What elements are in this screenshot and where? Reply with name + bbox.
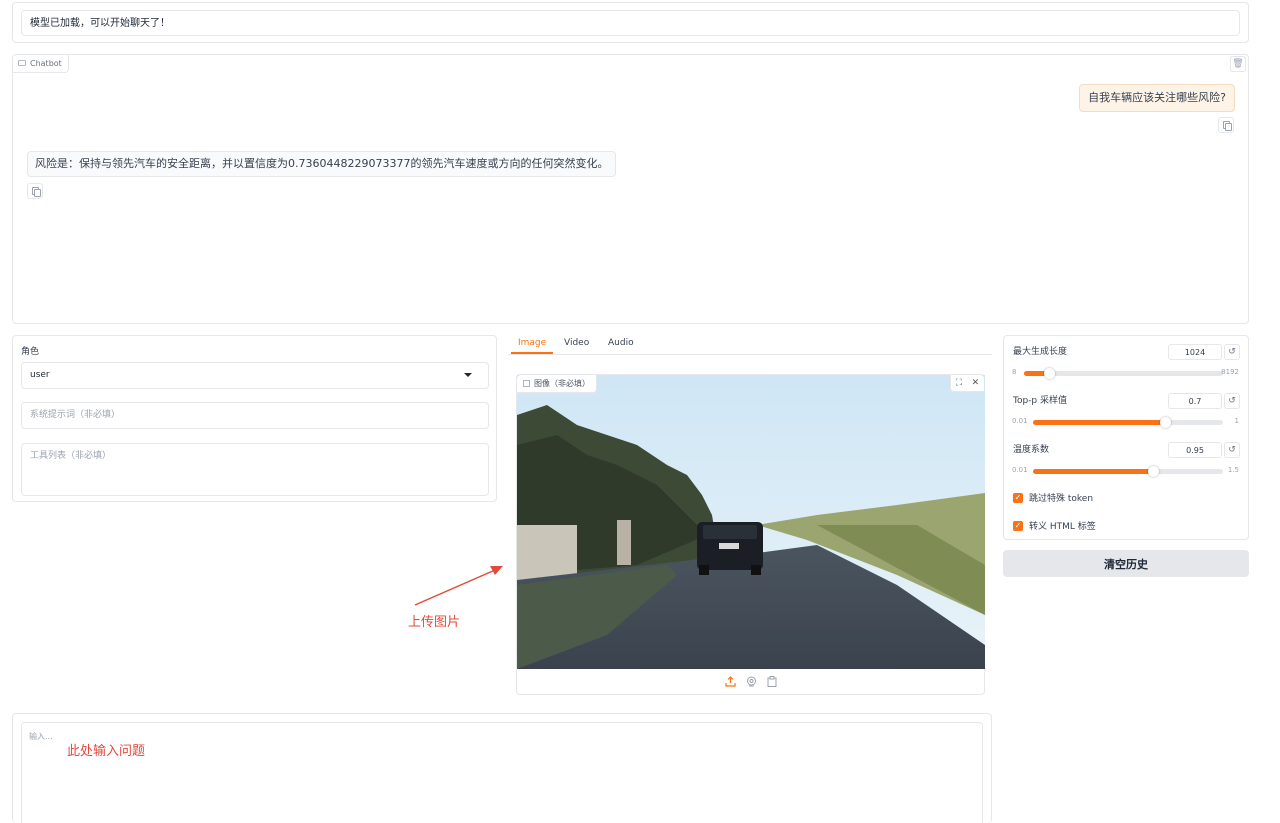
max-length-input[interactable]: 1024 [1168, 344, 1222, 360]
temperature-max: 1.5 [1227, 466, 1239, 474]
image-source-toolbar [517, 668, 984, 694]
tools-list-input[interactable]: 工具列表（非必填） [21, 443, 489, 496]
role-dropdown[interactable]: user [21, 362, 489, 389]
image-input-panel: 图像（非必填） ⛶ ✕ [516, 374, 985, 695]
annotation-arrow [414, 566, 503, 606]
close-icon[interactable]: ✕ [972, 378, 980, 388]
chatbot-label-text: Chatbot [30, 59, 62, 68]
generation-params-panel: 最大生成长度 1024 ↺ 8 8192 Top-p 采样值 0.7 ↺ 0.0… [1003, 335, 1249, 540]
role-value: user [30, 370, 50, 380]
top-p-input[interactable]: 0.7 [1168, 393, 1222, 409]
max-length-max: 8192 [1221, 368, 1239, 376]
tab-image[interactable]: Image [511, 335, 554, 354]
webcam-icon[interactable] [746, 676, 757, 687]
chatbot-panel: Chatbot 🗑 自我车辆应该关注哪些风险? 风险是：保持与领先汽车的安全距离… [12, 54, 1249, 324]
reset-icon[interactable]: ↺ [1224, 393, 1240, 409]
slider-fill [1033, 469, 1153, 474]
question-panel: 输入... [12, 713, 992, 823]
max-length-min: 8 [1012, 368, 1017, 376]
top-p-slider[interactable] [1033, 417, 1223, 428]
clear-chat-icon[interactable]: 🗑 [1230, 56, 1246, 72]
image-input-label: 图像（非必填） [517, 375, 597, 393]
role-label: 角色 [21, 347, 40, 357]
system-prompt-input[interactable]: 系统提示词（非必填） [21, 402, 489, 429]
bot-message: 风险是：保持与领先汽车的安全距离，并以置信度为0.736044822907337… [27, 151, 617, 177]
reset-icon[interactable]: ↺ [1224, 442, 1240, 458]
media-tabs: Image Video Audio [508, 335, 992, 355]
tab-audio[interactable]: Audio [608, 335, 634, 352]
upload-icon[interactable] [724, 675, 736, 687]
max-length-slider[interactable] [1024, 368, 1223, 379]
fullscreen-icon[interactable]: ⛶ [956, 378, 962, 388]
checkbox-checked-icon[interactable]: ✓ [1013, 520, 1023, 531]
dropdown-arrow-icon [464, 373, 472, 377]
upload-annotation: 上传图片 [408, 615, 461, 630]
escape-html-label: 转义 HTML 标签 [1029, 522, 1096, 532]
question-annotation: 此处输入问题 [67, 744, 146, 759]
slider-thumb[interactable] [1160, 417, 1172, 428]
temperature-slider[interactable] [1033, 466, 1223, 477]
checkbox-checked-icon[interactable]: ✓ [1013, 492, 1023, 503]
chat-icon [18, 60, 26, 66]
tab-video[interactable]: Video [564, 335, 589, 352]
uploaded-image [517, 375, 985, 669]
image-icon [523, 380, 530, 387]
temperature-input[interactable]: 0.95 [1168, 442, 1222, 458]
status-panel: 模型已加载，可以开始聊天了！ [12, 2, 1249, 43]
escape-html-checkbox[interactable]: ✓ 转义 HTML 标签 [1013, 519, 1096, 532]
role-settings-panel: 角色 user 系统提示词（非必填） 工具列表（非必填） [12, 335, 497, 502]
temperature-label: 温度系数 [1013, 445, 1050, 455]
slider-fill [1033, 420, 1166, 425]
status-text: 模型已加载，可以开始聊天了！ [21, 10, 1240, 36]
reset-icon[interactable]: ↺ [1224, 344, 1240, 360]
user-message: 自我车辆应该关注哪些风险? [1079, 84, 1235, 112]
top-p-max: 1 [1234, 417, 1239, 425]
image-input-label-text: 图像（非必填） [534, 379, 590, 388]
skip-special-token-checkbox[interactable]: ✓ 跳过特殊 token [1013, 491, 1093, 504]
skip-special-token-label: 跳过特殊 token [1029, 494, 1094, 504]
top-p-min: 0.01 [1012, 417, 1028, 425]
chatbot-label: Chatbot [13, 55, 69, 73]
question-input[interactable]: 输入... [21, 722, 983, 823]
temperature-min: 0.01 [1012, 466, 1028, 474]
question-placeholder: 输入... [29, 732, 53, 741]
image-controls: ⛶ ✕ [950, 375, 984, 392]
slider-thumb[interactable] [1147, 466, 1159, 477]
max-length-label: 最大生成长度 [1013, 347, 1068, 357]
clear-history-button[interactable]: 清空历史 [1003, 550, 1249, 577]
slider-thumb[interactable] [1043, 368, 1055, 379]
copy-icon[interactable] [1218, 117, 1234, 133]
top-p-label: Top-p 采样值 [1013, 396, 1068, 406]
clipboard-icon[interactable] [767, 675, 777, 687]
copy-icon[interactable] [27, 183, 43, 199]
